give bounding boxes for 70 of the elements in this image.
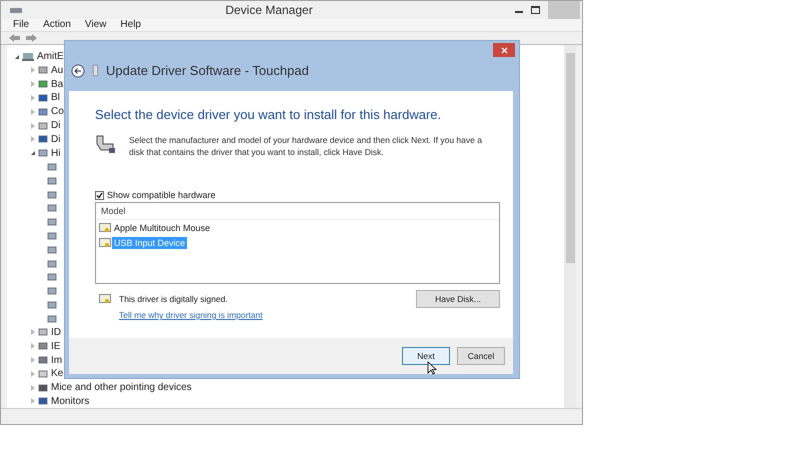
menu-item[interactable]: Help	[120, 19, 141, 30]
hid-device-icon	[47, 258, 57, 268]
tree-item[interactable]: Ba	[51, 78, 64, 90]
mouse-cursor-icon	[427, 361, 437, 375]
next-button[interactable]: Next	[402, 347, 450, 365]
device-icon	[38, 396, 48, 406]
device-icon	[38, 134, 48, 144]
hid-device-icon	[47, 244, 57, 255]
tree-item[interactable]: Di	[51, 134, 60, 145]
back-arrow-icon[interactable]	[9, 32, 21, 43]
device-icon	[38, 341, 48, 352]
hid-device-icon	[47, 190, 57, 200]
certificate-icon	[99, 294, 111, 304]
cancel-button[interactable]: Cancel	[457, 347, 505, 365]
hid-device-icon	[47, 286, 57, 296]
tree-item[interactable]: Bl	[51, 92, 60, 104]
device-icon	[38, 382, 48, 393]
tree-item[interactable]: Co	[51, 106, 64, 118]
tree-item[interactable]: Monitors	[51, 396, 90, 407]
maximize-icon[interactable]	[531, 6, 540, 14]
tree-item[interactable]: Ke	[51, 368, 64, 380]
driver-icon	[99, 223, 111, 233]
checkbox[interactable]	[95, 190, 104, 200]
checkbox-label: Show compatible hardware	[107, 190, 216, 200]
tree-item[interactable]: Mice and other pointing devices	[51, 382, 192, 394]
have-disk-button[interactable]: Have Disk...	[416, 290, 500, 308]
hid-device-icon	[47, 314, 57, 324]
device-icon	[38, 355, 48, 366]
device-icon	[38, 106, 48, 117]
hid-device-icon	[47, 203, 57, 214]
show-compatible-checkbox[interactable]: Show compatible hardware	[95, 190, 497, 200]
hardware-icon	[95, 134, 117, 154]
hid-device-icon	[47, 300, 57, 310]
device-icon	[38, 120, 48, 131]
dialog-title: Update Driver Software - Touchpad	[106, 63, 309, 78]
device-icon	[93, 65, 98, 76]
forward-arrow-icon[interactable]	[25, 32, 37, 43]
tree-item[interactable]: Au	[51, 64, 64, 76]
close-icon	[500, 46, 508, 54]
device-icon	[38, 148, 48, 158]
device-icon	[38, 65, 48, 76]
menu-item[interactable]: Action	[43, 19, 71, 30]
hid-device-icon	[47, 217, 57, 228]
back-icon[interactable]	[71, 64, 85, 78]
description-text: Select the manufacturer and model of your hardware device and then click Next. If you have a disk that contains the driver that you want to install, click Have Disk.	[129, 134, 483, 158]
hid-device-icon	[47, 162, 57, 172]
menu-item[interactable]: View	[84, 19, 106, 30]
column-header: Model	[96, 203, 499, 220]
window-title: Device Manager	[224, 3, 314, 17]
computer-icon	[22, 52, 34, 62]
signed-text: This driver is digitally signed.	[119, 294, 229, 304]
hid-device-icon	[47, 230, 57, 241]
device-icon	[38, 327, 48, 338]
tree-item[interactable]: Hi	[51, 148, 60, 159]
device-icon	[38, 92, 48, 103]
hid-device-icon	[47, 176, 57, 186]
list-item[interactable]: Apple Multitouch Mouse	[112, 222, 212, 234]
hid-device-icon	[47, 272, 57, 282]
menu-item[interactable]: File	[13, 19, 30, 30]
tree-item[interactable]: AmitE	[37, 51, 64, 62]
heading: Select the device driver you want to install for this hardware.	[95, 107, 442, 122]
tree-item[interactable]: ID	[51, 326, 61, 338]
driver-icon	[99, 238, 111, 248]
tree-item[interactable]: Im	[51, 354, 62, 366]
tree-item[interactable]: IE	[51, 340, 60, 352]
signing-link[interactable]: Tell me why driver signing is important	[119, 310, 263, 320]
app-icon	[9, 5, 23, 15]
tree-item[interactable]: Di	[51, 120, 60, 132]
device-icon	[38, 79, 48, 90]
device-icon	[38, 368, 48, 379]
